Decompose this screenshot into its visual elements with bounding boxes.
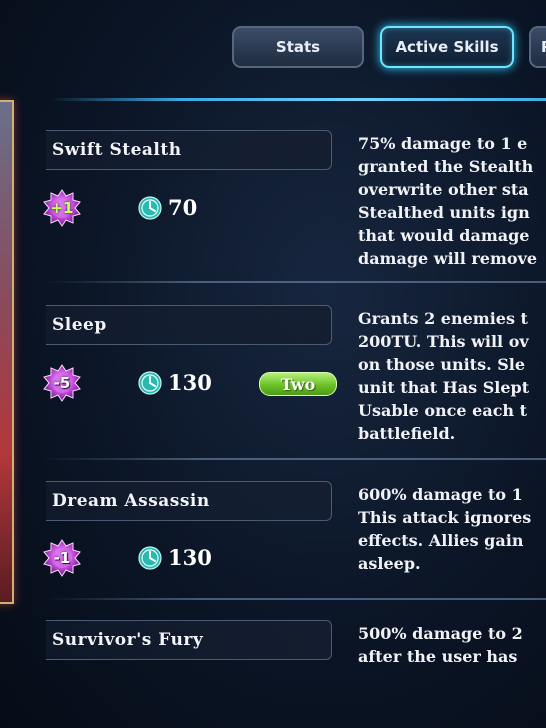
skill-description: Grants 2 enemies t 200TU. This will ov o… <box>358 309 530 443</box>
row-divider <box>46 598 546 600</box>
row-divider <box>46 281 546 283</box>
skill-cost: 70 <box>168 195 198 220</box>
row-divider <box>46 458 546 460</box>
tab-stats[interactable]: Stats <box>232 26 364 68</box>
skill-name-swift-stealth: Swift Stealth <box>46 130 332 170</box>
target-count-badge: Two <box>259 372 337 396</box>
skill-description: 75% damage to 1 e granted the Stealth ov… <box>358 134 538 268</box>
skill-level-badge-text: -1 <box>53 549 71 567</box>
clock-icon <box>138 371 162 395</box>
skill-level-badge-icon: -1 <box>43 539 81 577</box>
skill-level-badge-text: -5 <box>53 374 71 392</box>
skill-cost: 130 <box>168 370 212 395</box>
skill-cost: 130 <box>168 545 212 570</box>
clock-icon <box>138 196 162 220</box>
skill-name-sleep: Sleep <box>46 305 332 345</box>
tab-passive-skills[interactable]: P <box>529 26 546 68</box>
clock-icon <box>138 546 162 570</box>
skill-level-badge-icon: -5 <box>43 364 81 402</box>
character-portrait <box>0 100 14 604</box>
skill-level-badge-icon: +1 <box>43 189 81 227</box>
skill-level-badge-text: +1 <box>50 199 74 217</box>
skill-name-dream-assassin: Dream Assassin <box>46 481 332 521</box>
skill-description: 500% damage to 2 after the user has <box>358 624 523 666</box>
tab-active-skills[interactable]: Active Skills <box>380 26 514 68</box>
skill-description: 600% damage to 1 This attack ignores eff… <box>358 485 532 573</box>
header-divider <box>50 98 546 101</box>
skill-name-survivors-fury: Survivor's Fury <box>46 620 332 660</box>
